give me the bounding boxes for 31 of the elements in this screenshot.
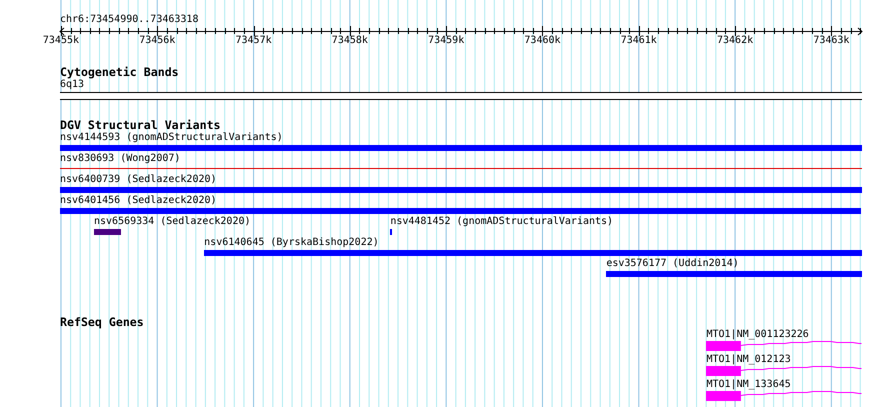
ruler-tick-label: 73462k: [717, 35, 754, 46]
ruler-tick-label: 73455k: [42, 35, 80, 46]
gene-model[interactable]: [706, 366, 862, 376]
ruler-tick-label: 73458k: [332, 35, 368, 46]
ruler-tick-label: 73461k: [620, 35, 657, 46]
ruler-tick-label: 73459k: [428, 35, 464, 46]
ruler-tick-label: 73457k: [236, 35, 272, 46]
variant-label: nsv830693 (Wong2007): [60, 153, 180, 164]
gene-label: MTO1|NM_001123226: [706, 329, 809, 340]
variant-bar[interactable]: [390, 229, 392, 235]
track-title: RefSeq Genes: [60, 316, 145, 329]
ruler-tick-label: 73460k: [524, 35, 561, 46]
variant-label: nsv6400739 (Sedlazeck2020): [60, 174, 217, 185]
gene-model[interactable]: [706, 391, 862, 401]
location-label: chr6:73454990..73463318: [60, 14, 198, 25]
variant-bar[interactable]: [94, 229, 122, 235]
band-label: 6q13: [60, 79, 84, 90]
variant-label: esv3576177 (Uddin2014): [606, 258, 739, 269]
gene-label: MTO1|NM_133645: [706, 379, 791, 390]
track-title: DGV Structural Variants: [60, 119, 222, 132]
track-title: Cytogenetic Bands: [60, 66, 180, 79]
ruler-tick-label: 73456k: [139, 35, 176, 46]
variant-label: nsv4481452 (gnomADStructuralVariants): [390, 216, 614, 227]
variant-label: nsv4144593 (gnomADStructuralVariants): [60, 132, 283, 143]
ruler-tick-label: 73463k: [813, 35, 850, 46]
variant-label: nsv6401456 (Sedlazeck2020): [60, 195, 217, 206]
variant-label: nsv6140645 (ByrskaBishop2022): [204, 237, 379, 248]
variant-label: nsv6569334 (Sedlazeck2020): [94, 216, 251, 227]
gene-model[interactable]: [706, 341, 862, 351]
variant-line[interactable]: [60, 168, 862, 169]
gene-label: MTO1|NM_012123: [706, 354, 791, 365]
